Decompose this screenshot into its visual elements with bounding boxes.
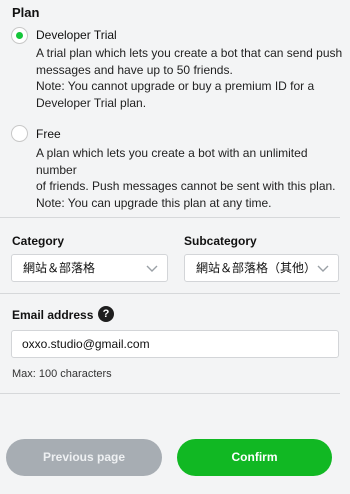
subcategory-label: Subcategory bbox=[184, 234, 257, 248]
description-line: A plan which lets you create a bot with … bbox=[36, 146, 308, 177]
free-plan-label[interactable]: Free bbox=[36, 127, 61, 141]
chevron-down-icon bbox=[146, 265, 158, 272]
developer-trial-description: A trial plan which lets you create a bot… bbox=[36, 45, 346, 111]
description-line: Note: You cannot upgrade or buy a premiu… bbox=[36, 79, 315, 93]
developer-trial-radio[interactable] bbox=[11, 27, 28, 44]
subcategory-select[interactable]: 網站＆部落格（其他） bbox=[184, 254, 339, 282]
previous-page-button[interactable]: Previous page bbox=[6, 439, 162, 476]
question-mark-icon[interactable]: ? bbox=[98, 306, 114, 322]
description-line: messages and have up to 50 friends. bbox=[36, 62, 233, 77]
free-plan-description: A plan which lets you create a bot with … bbox=[36, 145, 346, 211]
section-divider bbox=[0, 217, 340, 218]
free-plan-radio[interactable] bbox=[11, 125, 28, 142]
description-line: of friends. Push messages cannot be sent… bbox=[36, 179, 336, 193]
email-max-length-hint: Max: 100 characters bbox=[12, 368, 112, 380]
subcategory-value: 網站＆部落格（其他） bbox=[196, 261, 317, 275]
category-value: 網站＆部落格 bbox=[23, 261, 96, 275]
description-line: Note: You can upgrade this plan at any t… bbox=[36, 195, 272, 210]
section-divider bbox=[0, 293, 340, 294]
email-input[interactable]: oxxo.studio@gmail.com bbox=[11, 330, 339, 358]
category-select[interactable]: 網站＆部落格 bbox=[11, 254, 168, 282]
description-line: A trial plan which lets you create a bot… bbox=[36, 46, 343, 60]
confirm-button[interactable]: Confirm bbox=[177, 439, 332, 476]
description-line: Developer Trial plan. bbox=[36, 95, 147, 110]
section-divider bbox=[0, 393, 340, 394]
developer-trial-label[interactable]: Developer Trial bbox=[36, 28, 117, 42]
category-label: Category bbox=[12, 234, 65, 248]
plan-title: Plan bbox=[12, 5, 40, 20]
chevron-down-icon bbox=[317, 265, 329, 272]
email-label: Email address bbox=[12, 308, 94, 322]
